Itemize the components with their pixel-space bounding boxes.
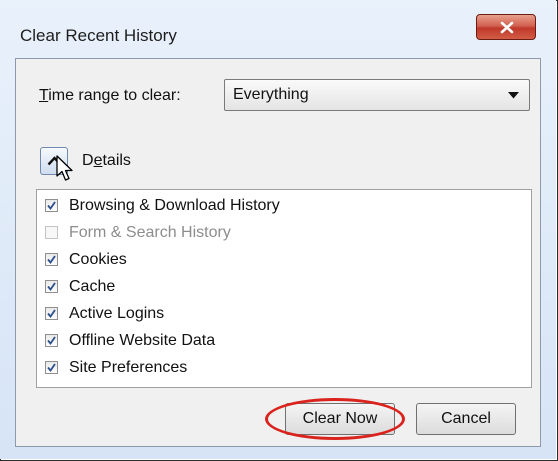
checkmark-icon xyxy=(47,201,56,210)
checkbox-item-offline-website-data[interactable]: Offline Website Data xyxy=(42,330,522,352)
close-button[interactable] xyxy=(476,14,536,40)
time-range-label-text: ime range to clear: xyxy=(48,87,181,104)
checkbox-item-cache[interactable]: Cache xyxy=(42,276,522,298)
checkmark-icon xyxy=(47,363,56,372)
checkbox[interactable] xyxy=(45,199,58,212)
checkbox-label: Active Logins xyxy=(69,305,165,322)
highlight-ring-annotation xyxy=(265,398,405,440)
checkbox[interactable] xyxy=(45,361,58,374)
checkbox[interactable] xyxy=(45,307,58,320)
checkmark-icon xyxy=(47,255,56,264)
time-range-label: Time range to clear: xyxy=(39,87,181,105)
cancel-button[interactable]: Cancel xyxy=(416,403,516,435)
checkbox xyxy=(45,226,58,239)
checkbox-item-site-preferences[interactable]: Site Preferences xyxy=(42,357,522,379)
history-items-list: Browsing & Download History Form & Searc… xyxy=(36,189,532,388)
checkbox-item-active-logins[interactable]: Active Logins xyxy=(42,303,522,325)
checkbox-label: Site Preferences xyxy=(69,359,188,376)
time-range-selected-value: Everything xyxy=(233,86,309,103)
checkbox-item-form-search-history: Form & Search History xyxy=(42,222,522,244)
checkbox-label: Cookies xyxy=(69,251,127,268)
time-range-select[interactable]: Everything xyxy=(224,79,530,111)
checkbox[interactable] xyxy=(45,334,58,347)
time-range-mnemonic: T xyxy=(39,87,49,104)
checkbox[interactable] xyxy=(45,253,58,266)
window-title: Clear Recent History xyxy=(20,26,177,45)
dialog-content: Time range to clear: Everything Details … xyxy=(15,58,541,447)
checkmark-icon xyxy=(47,282,56,291)
details-label: Details xyxy=(82,152,131,170)
checkbox-item-browsing-download-history[interactable]: Browsing & Download History xyxy=(42,195,522,217)
checkbox-label: Browsing & Download History xyxy=(69,197,280,214)
dialog-window: Clear Recent History Time range to clear… xyxy=(0,0,556,459)
chevron-down-icon xyxy=(508,92,519,99)
checkbox-item-cookies[interactable]: Cookies xyxy=(42,249,522,271)
details-label-lead: D xyxy=(82,152,94,169)
checkmark-icon xyxy=(47,309,56,318)
checkbox-label: Form & Search History xyxy=(69,224,231,241)
checkmark-icon xyxy=(47,336,56,345)
close-icon xyxy=(500,21,514,34)
checkbox[interactable] xyxy=(45,280,58,293)
checkbox-label: Offline Website Data xyxy=(69,332,216,349)
details-label-rest: tails xyxy=(102,152,131,169)
checkbox-label: Cache xyxy=(69,278,116,295)
mouse-pointer-icon xyxy=(56,155,73,181)
